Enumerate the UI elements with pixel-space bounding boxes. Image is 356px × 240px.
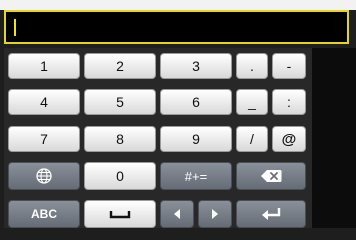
symbols-key[interactable]: #+= <box>160 162 232 190</box>
key-3[interactable]: 3 <box>160 53 232 79</box>
arrow-right-icon <box>210 208 220 220</box>
cursor-right-key[interactable] <box>198 200 232 228</box>
key-underscore[interactable]: _ <box>236 89 268 115</box>
key-2[interactable]: 2 <box>84 53 156 79</box>
globe-key[interactable] <box>8 162 80 190</box>
key-5[interactable]: 5 <box>84 89 156 115</box>
key-1[interactable]: 1 <box>8 53 80 79</box>
backspace-key[interactable] <box>236 162 306 190</box>
backspace-icon <box>260 169 282 183</box>
key-9[interactable]: 9 <box>160 126 232 152</box>
abc-key[interactable]: ABC <box>8 200 80 228</box>
key-at[interactable]: @ <box>272 126 306 152</box>
side-panel <box>312 48 356 228</box>
enter-icon <box>260 207 282 221</box>
key-hyphen[interactable]: - <box>272 53 306 79</box>
enter-key[interactable] <box>236 200 306 228</box>
text-input-field[interactable] <box>4 10 349 44</box>
key-4[interactable]: 4 <box>8 89 80 115</box>
key-slash[interactable]: / <box>236 126 268 152</box>
cursor-left-key[interactable] <box>160 200 194 228</box>
key-colon[interactable]: : <box>272 89 306 115</box>
key-0[interactable]: 0 <box>84 162 156 190</box>
globe-icon <box>36 168 52 184</box>
key-period[interactable]: . <box>236 53 268 79</box>
key-8[interactable]: 8 <box>84 126 156 152</box>
numeric-keyboard: 1 2 3 . - 4 5 6 _ : 7 8 9 / @ 0 #+= ABC <box>4 48 312 228</box>
space-icon <box>109 209 131 219</box>
key-6[interactable]: 6 <box>160 89 232 115</box>
space-key[interactable] <box>84 200 156 228</box>
text-cursor <box>14 19 16 36</box>
arrow-left-icon <box>172 208 182 220</box>
top-bar <box>0 0 356 10</box>
key-7[interactable]: 7 <box>8 126 80 152</box>
